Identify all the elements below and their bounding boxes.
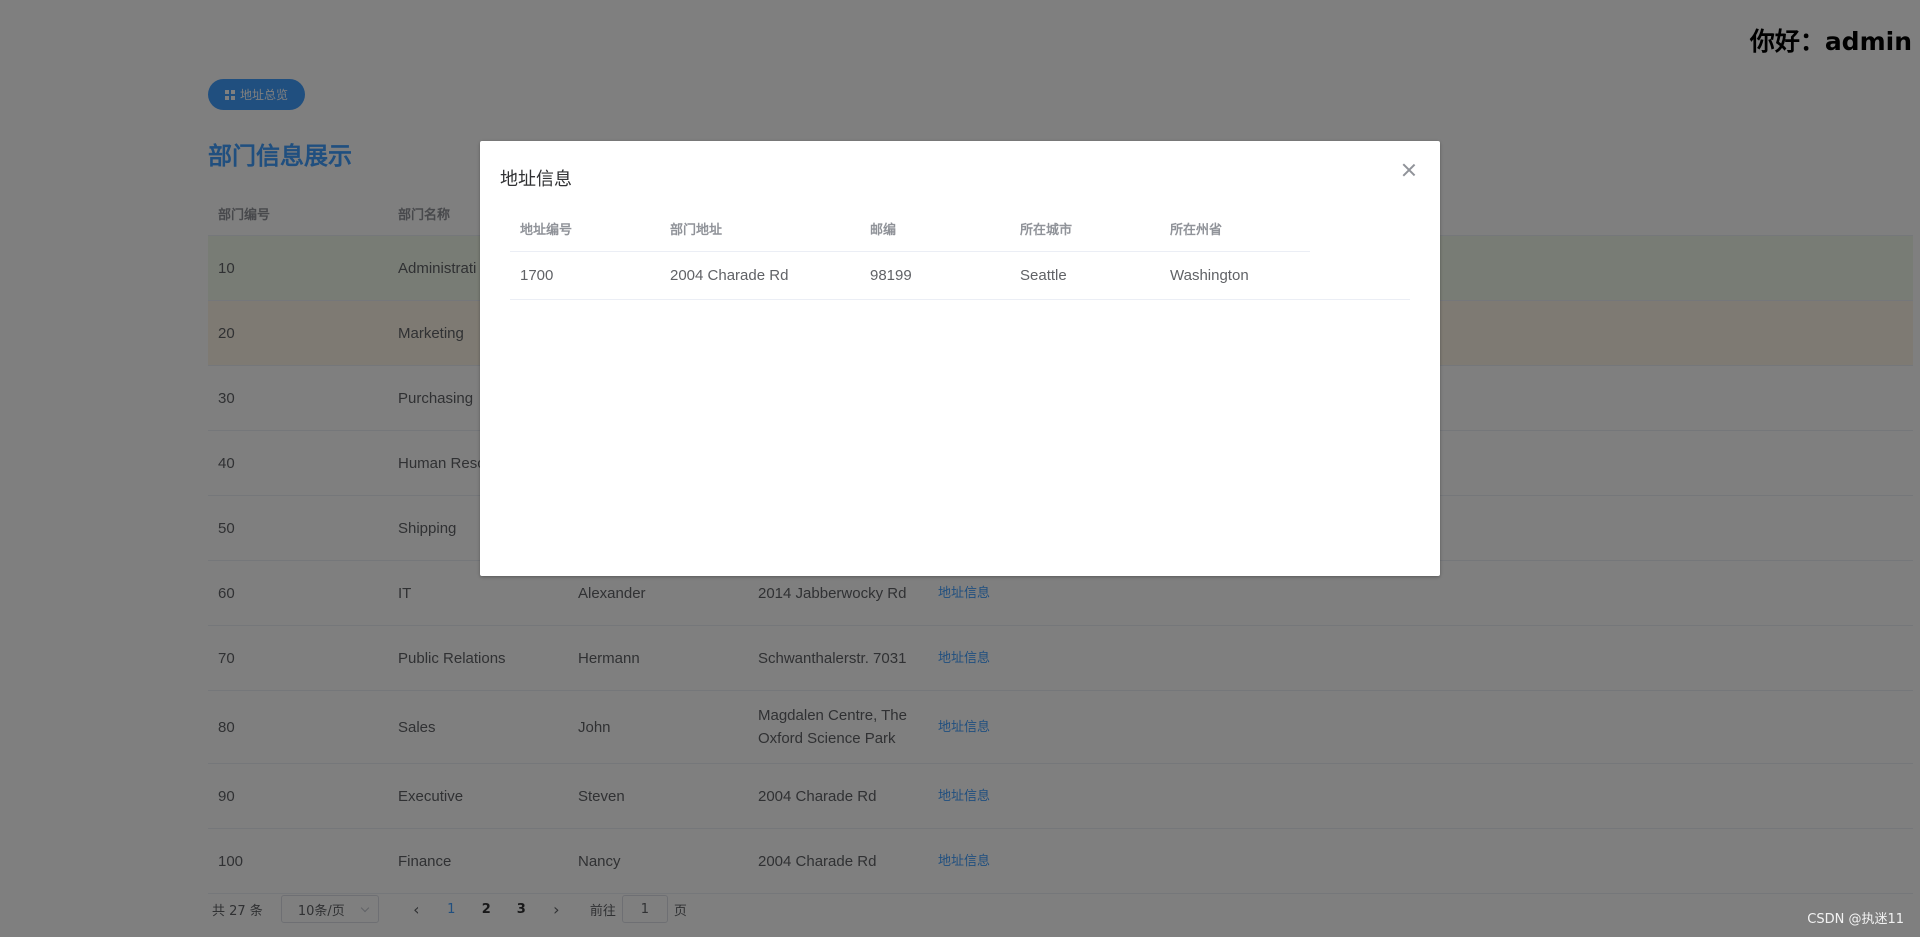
cell-city: Seattle — [1020, 267, 1067, 284]
address-table-header: 地址编号 部门地址 邮编 所在城市 所在州省 — [510, 205, 1310, 252]
header-address-id: 地址编号 — [520, 222, 573, 238]
app-root: 你好：admin 地址总览 部门信息展示 部门编号 部门名称 10 Admini… — [0, 0, 1920, 937]
header-dept-address: 部门地址 — [670, 222, 723, 238]
cell-state: Washington — [1170, 267, 1249, 284]
close-icon[interactable] — [1402, 163, 1416, 177]
header-state: 所在州省 — [1170, 222, 1223, 238]
address-table: 地址编号 部门地址 邮编 所在城市 所在州省 1700 2004 Charade… — [510, 205, 1410, 300]
header-city: 所在城市 — [1020, 222, 1073, 238]
dialog-title: 地址信息 — [500, 169, 572, 190]
header-postcode: 邮编 — [870, 222, 897, 238]
watermark: CSDN @执迷11 — [1807, 912, 1904, 927]
table-row: 1700 2004 Charade Rd 98199 Seattle Washi… — [510, 252, 1410, 300]
cell-postcode: 98199 — [870, 267, 912, 284]
cell-address-id: 1700 — [520, 267, 554, 284]
address-dialog: 地址信息 地址编号 部门地址 邮编 所在城市 所在州省 1700 2004 Ch… — [480, 141, 1440, 576]
cell-dept-address: 2004 Charade Rd — [670, 267, 789, 284]
